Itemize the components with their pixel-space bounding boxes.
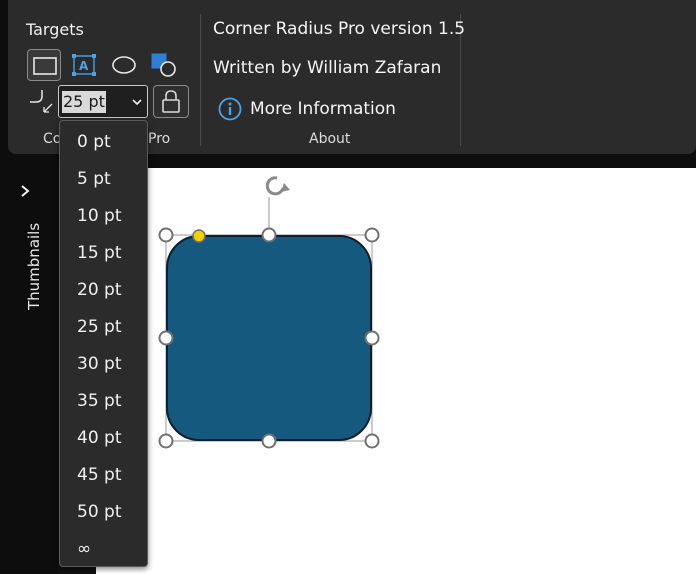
textbox-target-button[interactable]: A [67,49,101,81]
author-text: Written by William Zafaran [213,58,442,78]
dropdown-option[interactable]: 35 pt [60,383,147,420]
dropdown-option[interactable]: 40 pt [60,420,147,457]
info-icon [218,97,242,121]
svg-text:A: A [79,59,89,73]
dropdown-option[interactable]: 15 pt [60,235,147,272]
ribbon-separator [200,14,201,146]
targets-group-title: Targets [26,20,84,39]
dropdown-option[interactable]: 10 pt [60,198,147,235]
radius-combobox[interactable]: 25 pt [58,85,148,118]
chevron-right-icon[interactable] [17,183,33,199]
lock-button[interactable] [153,85,189,118]
radius-value[interactable]: 25 pt [62,91,106,113]
dropdown-option[interactable]: 45 pt [60,457,147,494]
chevron-down-icon[interactable] [131,96,143,108]
thumbnails-label[interactable]: Thumbnails [25,223,43,310]
corner-radius-icon [30,90,53,113]
dropdown-option[interactable]: 5 pt [60,161,147,198]
ellipse-shape-icon [112,56,136,74]
rectangle-target-button[interactable] [27,49,61,81]
rectangle-shape-icon [33,57,57,75]
textbox-shape-icon: A [72,54,96,76]
targets-group-label-end: Pro [148,131,171,147]
slide-canvas[interactable] [96,168,696,574]
radius-dropdown-list: 0 pt 5 pt 10 pt 15 pt 20 pt 25 pt 30 pt … [59,120,148,567]
version-text: Corner Radius Pro version 1.5 [213,19,466,39]
dropdown-option[interactable]: 25 pt [60,309,147,346]
dropdown-option[interactable]: 30 pt [60,346,147,383]
dropdown-option[interactable]: 20 pt [60,272,147,309]
dropdown-option[interactable]: ∞ [60,531,147,568]
dropdown-option[interactable]: 50 pt [60,494,147,531]
group-target-button[interactable] [147,49,181,81]
lock-icon [162,90,180,113]
group-shapes-icon [151,53,176,77]
ellipse-target-button[interactable] [107,49,141,81]
dropdown-option[interactable]: 0 pt [60,124,147,161]
more-information-button[interactable]: More Information [218,95,396,123]
more-information-label[interactable]: More Information [250,99,396,119]
about-group-label: About [309,131,351,147]
